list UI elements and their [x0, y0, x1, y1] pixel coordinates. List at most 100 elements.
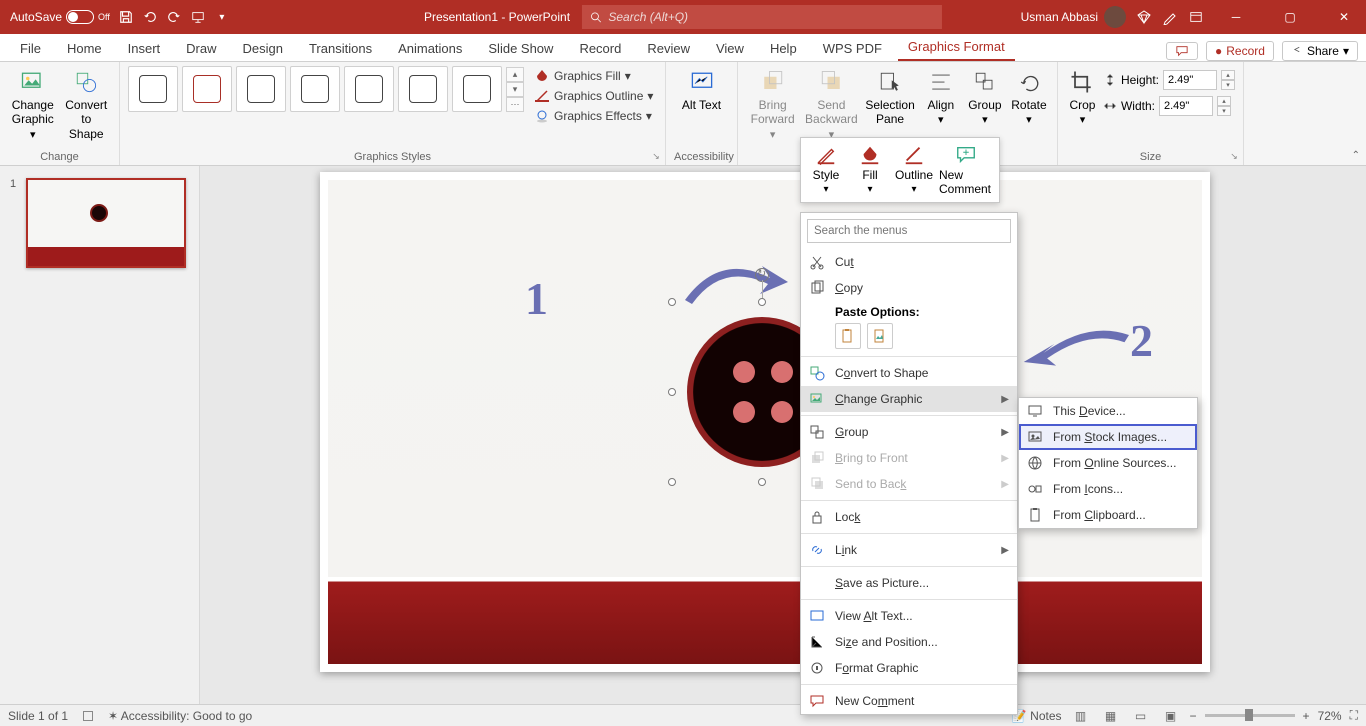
tab-design[interactable]: Design: [233, 36, 293, 61]
graphics-effects-dropdown[interactable]: Graphics Effects ▾: [534, 106, 653, 126]
zoom-out-icon[interactable]: −: [1190, 709, 1197, 723]
status-notes[interactable]: 📝 Notes: [1012, 709, 1062, 723]
tab-animations[interactable]: Animations: [388, 36, 472, 61]
tab-graphics-format[interactable]: Graphics Format: [898, 34, 1015, 61]
close-button[interactable]: ✕: [1322, 0, 1366, 34]
group-button[interactable]: Group▾: [965, 66, 1005, 130]
ctx-link[interactable]: Link▶: [801, 537, 1017, 563]
diamond-icon[interactable]: [1136, 9, 1152, 25]
tab-draw[interactable]: Draw: [176, 36, 226, 61]
size-dialog-launcher[interactable]: ↘: [1228, 150, 1240, 162]
submenu-from-icons[interactable]: From Icons...: [1019, 476, 1197, 502]
ctx-group[interactable]: Group▶: [801, 419, 1017, 445]
save-icon[interactable]: [118, 9, 134, 25]
mini-new-comment-button[interactable]: New Comment: [937, 142, 995, 198]
submenu-from-online[interactable]: From Online Sources...: [1019, 450, 1197, 476]
comments-button[interactable]: [1166, 42, 1198, 60]
submenu-this-device[interactable]: This Device...: [1019, 398, 1197, 424]
view-normal-icon[interactable]: ▥: [1070, 708, 1092, 724]
style-preset[interactable]: [290, 66, 340, 112]
width-field[interactable]: Width:▴▾: [1103, 96, 1235, 116]
share-button[interactable]: Share ▾: [1282, 41, 1358, 61]
paste-option-picture[interactable]: [867, 323, 893, 349]
view-sorter-icon[interactable]: ▦: [1100, 708, 1122, 724]
styles-dialog-launcher[interactable]: ↘: [650, 150, 662, 162]
ctx-copy[interactable]: Copy: [801, 275, 1017, 301]
zoom-percent[interactable]: 72%: [1318, 709, 1342, 723]
tab-insert[interactable]: Insert: [118, 36, 171, 61]
submenu-from-stock-images[interactable]: From Stock Images...: [1019, 424, 1197, 450]
style-gallery-scroll[interactable]: ▴▾⋯: [506, 67, 524, 112]
group-label-accessibility: Accessibility: [674, 151, 729, 165]
group-label-change: Change: [8, 151, 111, 165]
submenu-from-clipboard[interactable]: From Clipboard...: [1019, 502, 1197, 528]
ctx-size-position[interactable]: Size and Position...: [801, 629, 1017, 655]
ctx-cut[interactable]: Cut: [801, 249, 1017, 275]
minimize-button[interactable]: ─: [1214, 0, 1258, 34]
thumbnail-pane[interactable]: 1: [0, 166, 200, 704]
menu-bar: File Home Insert Draw Design Transitions…: [0, 34, 1366, 62]
ribbon-mode-icon[interactable]: [1188, 9, 1204, 25]
group-label-size: Size: [1066, 151, 1235, 165]
record-button[interactable]: ● Record: [1206, 41, 1274, 61]
thumbnail-number: 1: [10, 178, 16, 190]
slide-thumbnail[interactable]: [26, 178, 186, 268]
paste-option-keep[interactable]: [835, 323, 861, 349]
tab-wpspdf[interactable]: WPS PDF: [813, 36, 892, 61]
context-search-input[interactable]: [807, 219, 1011, 243]
tab-help[interactable]: Help: [760, 36, 807, 61]
mini-fill-button[interactable]: Fill▾: [849, 142, 891, 198]
qat-more-icon[interactable]: ▾: [214, 9, 230, 25]
style-preset[interactable]: [182, 66, 232, 112]
view-reading-icon[interactable]: ▭: [1130, 708, 1152, 724]
mini-style-button[interactable]: Style▾: [805, 142, 847, 198]
crop-button[interactable]: Crop▾: [1066, 66, 1099, 130]
style-preset[interactable]: [236, 66, 286, 112]
maximize-button[interactable]: ▢: [1268, 0, 1312, 34]
style-preset[interactable]: [398, 66, 448, 112]
align-button[interactable]: Align▾: [921, 66, 961, 130]
ctx-format-graphic[interactable]: Format Graphic: [801, 655, 1017, 681]
change-graphic-button[interactable]: Change Graphic▾: [8, 66, 58, 144]
tab-transitions[interactable]: Transitions: [299, 36, 382, 61]
ctx-save-as-picture[interactable]: Save as Picture...: [801, 570, 1017, 596]
tab-slideshow[interactable]: Slide Show: [478, 36, 563, 61]
style-preset[interactable]: [452, 66, 502, 112]
tab-record[interactable]: Record: [569, 36, 631, 61]
tab-review[interactable]: Review: [637, 36, 700, 61]
zoom-slider[interactable]: [1205, 714, 1295, 717]
redo-icon[interactable]: [166, 9, 182, 25]
convert-to-shape-button[interactable]: Convert to Shape: [62, 66, 112, 143]
user-account[interactable]: Usman Abbasi: [1021, 6, 1126, 28]
tab-view[interactable]: View: [706, 36, 754, 61]
ctx-view-alt-text[interactable]: View Alt Text...: [801, 603, 1017, 629]
undo-icon[interactable]: [142, 9, 158, 25]
style-preset[interactable]: [128, 66, 178, 112]
view-slideshow-icon[interactable]: ▣: [1160, 708, 1182, 724]
selection-pane-button[interactable]: Selection Pane: [863, 66, 916, 129]
rotate-button[interactable]: Rotate▾: [1009, 66, 1049, 130]
status-accessibility[interactable]: ✶ Accessibility: Good to go: [108, 709, 252, 723]
search-input[interactable]: [608, 10, 934, 24]
ctx-change-graphic[interactable]: Change Graphic▶: [801, 386, 1017, 412]
graphics-outline-dropdown[interactable]: Graphics Outline ▾: [534, 86, 653, 106]
search-box[interactable]: [582, 5, 942, 29]
present-icon[interactable]: [190, 9, 206, 25]
annotation-number-1: 1: [525, 272, 548, 325]
graphics-fill-dropdown[interactable]: Graphics Fill ▾: [534, 66, 653, 86]
style-preset[interactable]: [344, 66, 394, 112]
autosave-toggle[interactable]: AutoSave Off: [10, 10, 110, 24]
tab-file[interactable]: File: [10, 36, 51, 61]
height-field[interactable]: Height:▴▾: [1103, 70, 1235, 90]
collapse-ribbon-icon[interactable]: ⌃: [1352, 150, 1360, 161]
mini-outline-button[interactable]: Outline▾: [893, 142, 935, 198]
ctx-new-comment[interactable]: New Comment: [801, 688, 1017, 714]
zoom-in-icon[interactable]: +: [1303, 709, 1310, 723]
tab-home[interactable]: Home: [57, 36, 112, 61]
ctx-convert-to-shape[interactable]: Convert to Shape: [801, 360, 1017, 386]
status-language-icon[interactable]: [82, 710, 94, 722]
alt-text-button[interactable]: Alt Text: [674, 66, 729, 114]
pen-icon[interactable]: [1162, 9, 1178, 25]
fit-to-window-icon[interactable]: ⛶: [1350, 708, 1358, 723]
ctx-lock[interactable]: Lock: [801, 504, 1017, 530]
